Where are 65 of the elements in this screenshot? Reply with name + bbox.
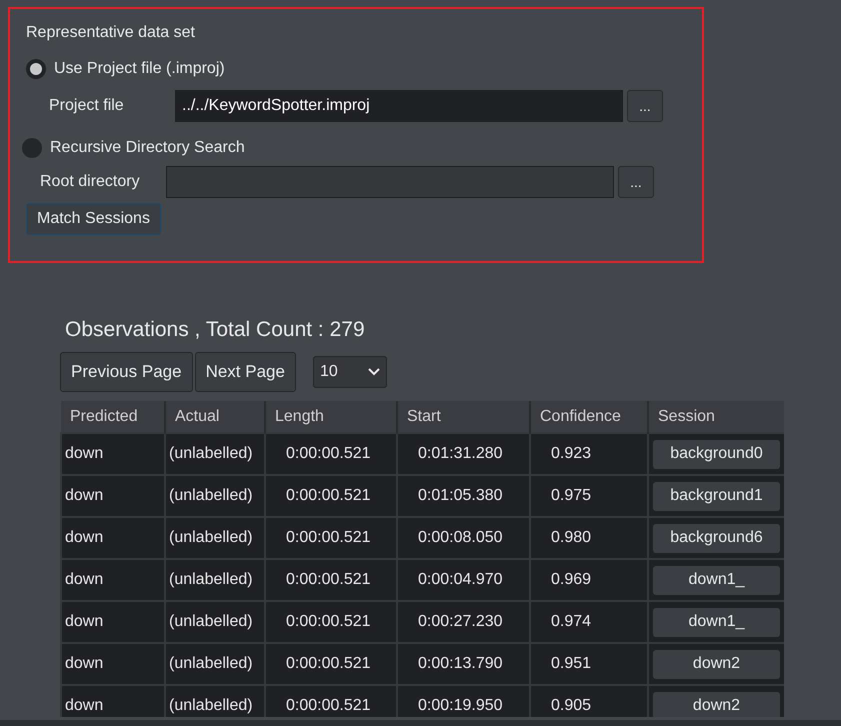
table-cell: 0:01:05.380 (397, 475, 530, 517)
session-button[interactable]: background0 (653, 440, 780, 468)
page-button[interactable]: Next Page (194, 352, 296, 392)
column-header: Start (397, 401, 530, 433)
column-header: Actual (165, 401, 265, 433)
session-button[interactable]: background1 (653, 482, 780, 510)
table-cell: (unlabelled) (165, 685, 265, 717)
table-cell: 0.975 (530, 475, 648, 517)
table-cell: (unlabelled) (165, 433, 265, 475)
table-cell: 0:00:00.521 (265, 517, 397, 559)
table-cell: 0:00:00.521 (265, 475, 397, 517)
table-cell: (unlabelled) (165, 559, 265, 601)
table-cell: 0:00:04.970 (397, 559, 530, 601)
table-cell: 0:00:00.521 (265, 559, 397, 601)
table-cell: down (61, 685, 165, 717)
table-cell: 0.905 (530, 685, 648, 717)
browse-button[interactable]: ... (618, 166, 654, 198)
path-field[interactable] (166, 166, 614, 198)
table-cell: 0:00:27.230 (397, 601, 530, 643)
session-button[interactable]: down1_ (653, 566, 780, 594)
table-cell: 0.951 (530, 643, 648, 685)
table-cell: down (61, 433, 165, 475)
match-sessions-button[interactable]: Match Sessions (26, 203, 161, 235)
table-cell: 0.974 (530, 601, 648, 643)
table-cell: down (61, 601, 165, 643)
path-field[interactable]: ../../KeywordSpotter.improj (175, 90, 623, 122)
panel-title: Representative data set (26, 23, 195, 43)
page-size-dropdown[interactable]: 10 (312, 356, 387, 388)
table-cell: 0:00:13.790 (397, 643, 530, 685)
session-button[interactable]: down2 (653, 650, 780, 678)
table-cell: down (61, 475, 165, 517)
table-cell: down (61, 559, 165, 601)
column-header: Session (648, 401, 784, 433)
radio-button[interactable] (26, 59, 46, 79)
table-cell: 0:00:19.950 (397, 685, 530, 717)
table-cell: (unlabelled) (165, 517, 265, 559)
table-cell: (unlabelled) (165, 475, 265, 517)
table-cell: 0:00:00.521 (265, 685, 397, 717)
table-cell: 0:00:08.050 (397, 517, 530, 559)
table-cell: down (61, 517, 165, 559)
column-header: Confidence (530, 401, 648, 433)
table-cell: 0.969 (530, 559, 648, 601)
table-cell: 0.980 (530, 517, 648, 559)
radio-button[interactable] (22, 138, 42, 158)
column-header: Predicted (61, 401, 165, 433)
session-button[interactable]: down1_ (653, 608, 780, 636)
table-cell: 0:01:31.280 (397, 433, 530, 475)
table-cell: down (61, 643, 165, 685)
field-label: Project file (49, 96, 125, 116)
session-button[interactable]: down2 (653, 692, 780, 717)
table-cell: (unlabelled) (165, 643, 265, 685)
table-cell: 0:00:00.521 (265, 643, 397, 685)
page-button[interactable]: Previous Page (60, 352, 193, 392)
radio-label[interactable]: Use Project file (.improj) (54, 57, 225, 81)
table-cell: 0.923 (530, 433, 648, 475)
observations-heading: Observations , Total Count : 279 (65, 317, 365, 343)
session-button[interactable]: background6 (653, 524, 780, 552)
field-label: Root directory (40, 172, 141, 192)
browse-button[interactable]: ... (627, 90, 663, 122)
radio-label[interactable]: Recursive Directory Search (50, 136, 245, 160)
table-cell: 0:00:00.521 (265, 601, 397, 643)
table-cell: 0:00:00.521 (265, 433, 397, 475)
table-cell: (unlabelled) (165, 601, 265, 643)
column-header: Length (265, 401, 397, 433)
chevron-down-icon (368, 368, 380, 376)
